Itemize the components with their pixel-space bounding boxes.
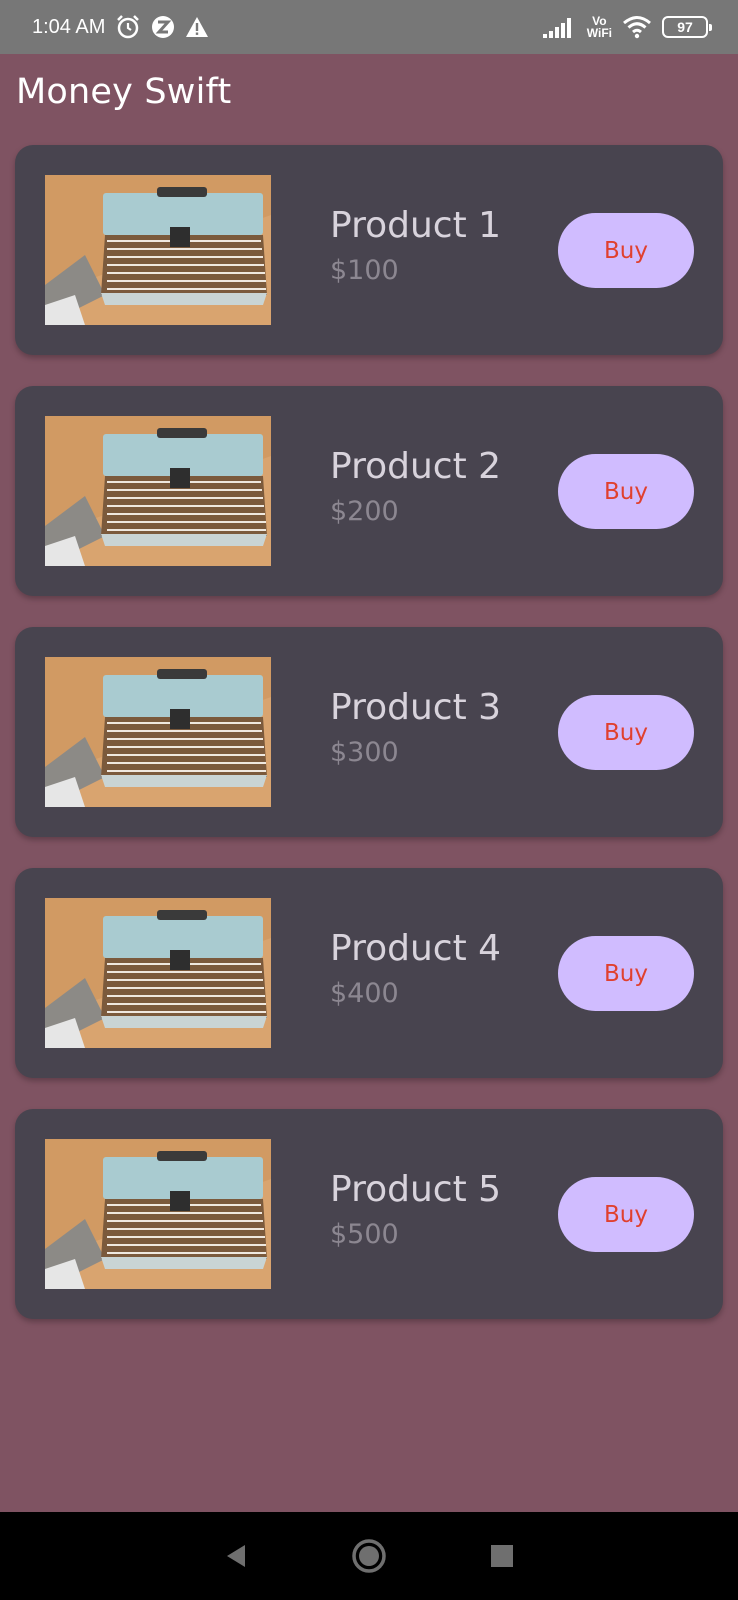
wifi-icon bbox=[622, 15, 652, 39]
product-name: Product 1 bbox=[330, 205, 502, 246]
vowifi-indicator: Vo WiFi bbox=[587, 15, 612, 39]
warning-icon bbox=[185, 16, 209, 38]
product-price: $100 bbox=[330, 255, 399, 286]
product-list: Product 1 $100 Buy Product 2 $200 Buy Pr… bbox=[15, 145, 723, 1350]
product-card: Product 4 $400 Buy bbox=[15, 868, 723, 1078]
battery-indicator: 97 bbox=[662, 16, 712, 38]
product-name: Product 3 bbox=[330, 687, 502, 728]
product-image bbox=[45, 657, 271, 807]
product-card: Product 3 $300 Buy bbox=[15, 627, 723, 837]
product-image bbox=[45, 175, 271, 325]
back-icon[interactable] bbox=[206, 1526, 266, 1586]
product-price: $400 bbox=[330, 978, 399, 1009]
product-price: $300 bbox=[330, 737, 399, 768]
buy-button[interactable]: Buy bbox=[558, 695, 694, 770]
product-card: Product 1 $100 Buy bbox=[15, 145, 723, 355]
buy-button[interactable]: Buy bbox=[558, 213, 694, 288]
product-price: $500 bbox=[330, 1219, 399, 1250]
recents-icon[interactable] bbox=[472, 1526, 532, 1586]
product-card: Product 5 $500 Buy bbox=[15, 1109, 723, 1319]
product-name: Product 5 bbox=[330, 1169, 502, 1210]
status-right: Vo WiFi 97 bbox=[542, 15, 712, 39]
product-image bbox=[45, 898, 271, 1048]
buy-button[interactable]: Buy bbox=[558, 1177, 694, 1252]
buy-button[interactable]: Buy bbox=[558, 454, 694, 529]
product-price: $200 bbox=[330, 496, 399, 527]
status-time: 1:04 AM bbox=[32, 15, 106, 38]
status-left: 1:04 AM bbox=[32, 14, 209, 40]
product-image bbox=[45, 416, 271, 566]
buy-button[interactable]: Buy bbox=[558, 936, 694, 1011]
product-name: Product 2 bbox=[330, 446, 502, 487]
home-icon[interactable] bbox=[339, 1526, 399, 1586]
app-title: Money Swift bbox=[16, 72, 232, 112]
navigation-bar bbox=[0, 1512, 738, 1600]
product-image bbox=[45, 1139, 271, 1289]
zapp-notification-icon bbox=[151, 15, 175, 39]
signal-icon bbox=[542, 16, 577, 38]
product-card: Product 2 $200 Buy bbox=[15, 386, 723, 596]
vowifi-bottom-label: WiFi bbox=[586, 26, 612, 40]
status-bar: 1:04 AM Vo WiFi 97 bbox=[0, 0, 738, 54]
product-name: Product 4 bbox=[330, 928, 502, 969]
alarm-icon bbox=[115, 14, 141, 40]
